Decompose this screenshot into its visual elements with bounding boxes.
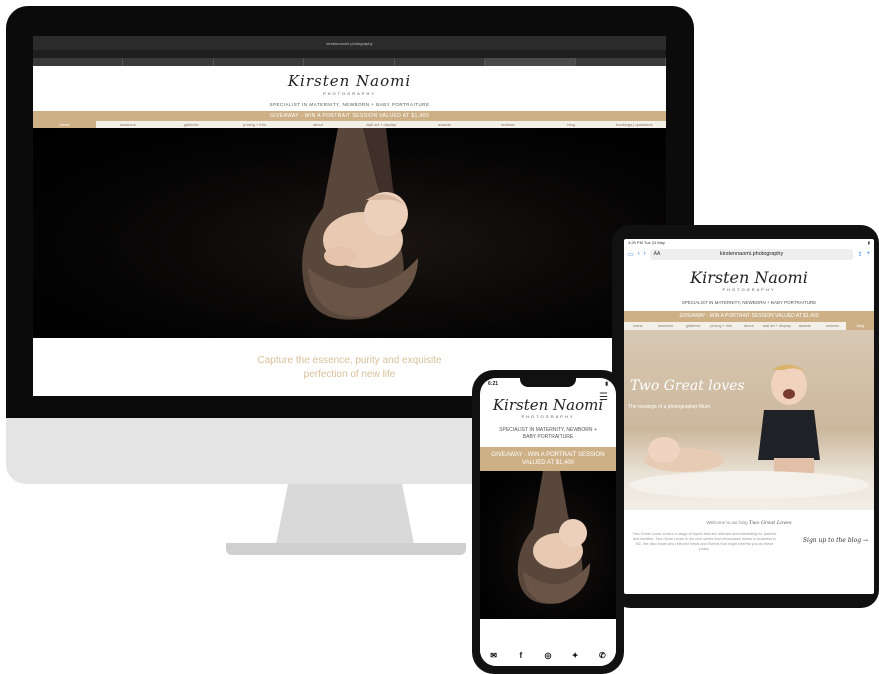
imac-stand-neck	[276, 484, 414, 544]
tablet-time: 3:25 PM Tue 24 May	[628, 240, 665, 245]
phone-giveaway-banner[interactable]: GIVEAWAY - WIN A PORTRAIT SESSION VALUED…	[480, 447, 616, 471]
blog-description: Two Great Loves covers a range of topics…	[632, 532, 777, 551]
phone-screen: 6:21 ▮ Kirsten Naomi PHOTOGRAPHY ☰ SPECI…	[480, 378, 616, 666]
nav-item-blog[interactable]: blog	[539, 121, 602, 128]
phone-device: 6:21 ▮ Kirsten Naomi PHOTOGRAPHY ☰ SPECI…	[472, 370, 624, 674]
site-header: Kirsten Naomi PHOTOGRAPHY SPECIALIST IN …	[33, 66, 666, 111]
imac-stand-foot	[226, 543, 466, 555]
tablet-tagline: SPECIALIST IN MATERNITY, NEWBORN + BABY …	[681, 300, 817, 305]
browser-tab[interactable]	[33, 58, 124, 66]
tablet-url-text: kirstennaomi.photography	[719, 251, 784, 257]
nav-item-wall-art[interactable]: wall art + display	[349, 121, 412, 128]
browser-tab[interactable]	[576, 58, 666, 66]
tablet-logo-main: Kirsten Naomi	[690, 268, 808, 287]
tablet-url-field[interactable]: AA kirstennaomi.photography	[649, 248, 854, 260]
tablet-nav-sessions[interactable]: sessions	[652, 322, 680, 330]
browser-url[interactable]: kirstennaomi.photography	[326, 41, 372, 46]
nav-item-awards[interactable]: awards	[413, 121, 476, 128]
browser-tab-active[interactable]	[485, 58, 576, 66]
bookmarks-bar	[33, 50, 666, 58]
browser-tabs	[33, 58, 666, 66]
nav-item-bookings[interactable]: bookings | questions	[603, 121, 666, 128]
baby-sling-illustration	[302, 128, 418, 320]
tablet-nav-galleries[interactable]: galleries	[679, 322, 707, 330]
tablet-nav-pricing[interactable]: pricing + info	[707, 322, 735, 330]
hero-caption-line-1: Capture the essence, purity and exquisit…	[257, 355, 442, 366]
tablet-nav-reviews[interactable]: reviews	[819, 322, 847, 330]
phone-icon[interactable]: ✆	[596, 649, 608, 661]
phone-logo[interactable]: Kirsten Naomi PHOTOGRAPHY ☰	[480, 390, 616, 419]
nav-item-reviews[interactable]: reviews	[476, 121, 539, 128]
phone-time: 6:21	[488, 381, 499, 387]
tablet-nav-about[interactable]: about	[735, 322, 763, 330]
blog-welcome-text: Welcome to our blog	[706, 520, 748, 525]
tablet-nav-wall-art[interactable]: wall art + display	[763, 322, 791, 330]
blog-name: Two Great Loves	[748, 520, 792, 526]
phone-tagline: SPECIALIST IN MATERNITY, NEWBORN + BABY …	[499, 427, 597, 440]
tablet-logo-sub: PHOTOGRAPHY	[722, 287, 776, 292]
phone-battery-icon: ▮	[605, 381, 608, 387]
phone-notch	[520, 378, 576, 387]
share-icon[interactable]: ⇪	[857, 251, 862, 258]
hamburger-menu-icon[interactable]: ☰	[599, 392, 608, 403]
tablet-blog-intro: Welcome to our blog Two Great Loves Two …	[624, 510, 874, 562]
tablet-nav: home sessions galleries pricing + info a…	[624, 322, 874, 330]
tablet-browser-bar: ▭ ‹ › AA kirstennaomi.photography ⇪ +	[624, 246, 874, 262]
nav-item-about[interactable]: about	[286, 121, 349, 128]
tablet-logo[interactable]: Kirsten Naomi PHOTOGRAPHY	[624, 262, 874, 292]
phone-footer-bar: ✉ f ◎ ✦ ✆	[480, 644, 616, 666]
back-icon[interactable]: ‹	[638, 251, 640, 257]
browser-tab[interactable]	[304, 58, 395, 66]
browser-tab[interactable]	[123, 58, 214, 66]
forward-icon[interactable]: ›	[644, 251, 646, 257]
nav-item-galleries[interactable]: galleries	[160, 121, 223, 128]
browser-tab[interactable]	[214, 58, 305, 66]
tablet-battery-icon: ▮	[867, 240, 870, 245]
phone-logo-main: Kirsten Naomi	[492, 396, 604, 414]
mail-icon[interactable]: ✉	[488, 649, 500, 661]
facebook-icon[interactable]: f	[515, 649, 527, 661]
tablet-hero-subtitle: The musings of a photographer Mum	[628, 404, 710, 410]
tablet-hero-title: Two Great loves	[630, 378, 745, 394]
nav-item-pricing[interactable]: pricing + info	[223, 121, 286, 128]
twitter-icon[interactable]: ✦	[569, 649, 581, 661]
hero-image	[33, 128, 666, 338]
site-logo-sub: PHOTOGRAPHY	[322, 91, 377, 96]
main-nav: home sessions galleries pricing + info a…	[33, 121, 666, 128]
new-tab-icon[interactable]: +	[866, 251, 870, 257]
baby-sling-illustration	[517, 471, 590, 604]
sidebar-icon[interactable]: ▭	[628, 251, 634, 258]
desktop-screen: kirstennaomi.photography Kirsten Naomi P…	[33, 36, 666, 396]
blog-welcome: Welcome to our blog Two Great Loves	[632, 520, 866, 526]
tablet-device: 3:25 PM Tue 24 May ▮ ▭ ‹ › AA kirstennao…	[612, 225, 879, 608]
phone-hero-image	[480, 471, 616, 619]
children-photo-illustration	[629, 364, 869, 499]
browser-tab[interactable]	[395, 58, 486, 66]
nav-item-home[interactable]: home	[33, 121, 97, 128]
tablet-status-bar: 3:25 PM Tue 24 May ▮	[624, 239, 874, 246]
instagram-icon[interactable]: ◎	[542, 649, 554, 661]
site-tagline: SPECIALIST IN MATERNITY, NEWBORN + BABY …	[269, 102, 430, 107]
nav-item-sessions[interactable]: sessions	[96, 121, 159, 128]
tablet-screen: 3:25 PM Tue 24 May ▮ ▭ ‹ › AA kirstennao…	[624, 239, 874, 594]
tablet-nav-awards[interactable]: awards	[791, 322, 819, 330]
tablet-hero-image: Two Great loves The musings of a photogr…	[624, 330, 874, 510]
tablet-nav-home[interactable]: home	[624, 322, 652, 330]
site-logo[interactable]: Kirsten Naomi	[33, 66, 666, 90]
blog-signup-link[interactable]: Sign up to the blog →	[803, 537, 868, 544]
tablet-nav-blog[interactable]: blog	[846, 322, 874, 330]
browser-toolbar: kirstennaomi.photography	[33, 36, 666, 50]
phone-logo-sub: PHOTOGRAPHY	[521, 414, 575, 419]
giveaway-banner[interactable]: GIVEAWAY - WIN A PORTRAIT SESSION VALUED…	[33, 111, 666, 121]
tablet-giveaway-banner[interactable]: GIVEAWAY - WIN A PORTRAIT SESSION VALUED…	[624, 311, 874, 322]
reader-aa-button[interactable]: AA	[654, 251, 661, 257]
